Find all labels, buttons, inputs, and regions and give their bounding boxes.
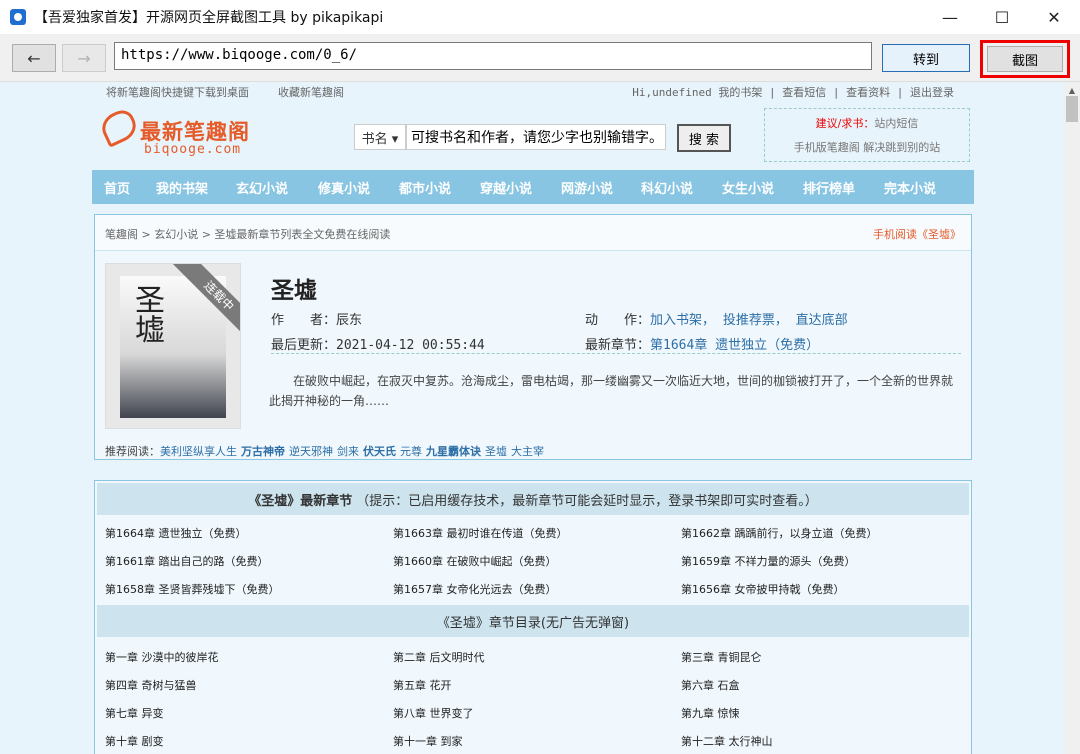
nav-bookshelf[interactable]: 我的书架 bbox=[156, 178, 208, 197]
close-button[interactable]: ✕ bbox=[1028, 0, 1080, 34]
chapter-link[interactable]: 第三章 青铜昆仑 bbox=[681, 649, 762, 665]
action-label: 动 作： bbox=[585, 313, 651, 328]
chapter-link[interactable]: 第十一章 到家 bbox=[393, 733, 463, 749]
desktop-shortcut-link[interactable]: 将新笔趣阁快捷键下载到桌面 bbox=[106, 84, 249, 100]
latest-chapter-link[interactable]: 第1664章 遗世独立（免费） bbox=[650, 338, 819, 353]
recommend-link[interactable]: 元尊 bbox=[400, 445, 422, 458]
scroll-thumb[interactable] bbox=[1066, 96, 1078, 122]
back-button[interactable]: ← bbox=[12, 44, 56, 72]
nav-ranking[interactable]: 排行榜单 bbox=[803, 178, 855, 197]
mobile-read-link[interactable]: 手机阅读《圣墟》 bbox=[873, 226, 961, 242]
recommend-link[interactable]: 剑来 bbox=[337, 445, 359, 458]
recommend-label: 推荐阅读： bbox=[105, 445, 160, 458]
nav-finished[interactable]: 完本小说 bbox=[884, 178, 936, 197]
chapter-link[interactable]: 第五章 花开 bbox=[393, 677, 452, 693]
chapter-link[interactable]: 第1663章 最初时谁在传道（免费） bbox=[393, 525, 568, 541]
recommend-link[interactable]: 美利坚纵享人生 bbox=[160, 445, 237, 458]
web-viewport: 将新笔趣阁快捷键下载到桌面 收藏新笔趣阁 Hi,undefined 我的书架 |… bbox=[0, 82, 1064, 754]
user-links[interactable]: Hi,undefined 我的书架 | 查看短信 | 查看资料 | 退出登录 bbox=[632, 84, 954, 100]
nav-nvsheng[interactable]: 女生小说 bbox=[722, 178, 774, 197]
search-button[interactable]: 搜 索 bbox=[677, 124, 731, 152]
main-nav: 首页 我的书架 玄幻小说 修真小说 都市小说 穿越小说 网游小说 科幻小说 女生… bbox=[92, 170, 974, 204]
logo-domain: biqooge.com bbox=[144, 142, 242, 157]
logo-icon bbox=[97, 106, 141, 148]
message-link[interactable]: 站内短信 bbox=[874, 117, 918, 130]
url-input[interactable]: https://www.biqooge.com/0_6/ bbox=[114, 42, 872, 70]
recommend-link[interactable]: 圣墟 bbox=[485, 445, 507, 458]
chapter-link[interactable]: 第十章 剧变 bbox=[105, 733, 164, 749]
author-label: 作 者： bbox=[271, 313, 337, 328]
suggestion-box: 建议/求书：站内短信 手机版笔趣阁 解决跳到别的站 bbox=[764, 108, 970, 162]
search-input[interactable]: 可搜书名和作者，请您少字也别输错字。 bbox=[406, 124, 666, 150]
chapter-link[interactable]: 第1664章 遗世独立（免费） bbox=[105, 525, 247, 541]
vertical-scrollbar[interactable]: ▲ bbox=[1064, 82, 1080, 754]
site-topbar: 将新笔趣阁快捷键下载到桌面 收藏新笔趣阁 Hi,undefined 我的书架 |… bbox=[0, 82, 1064, 100]
nav-dushi[interactable]: 都市小说 bbox=[399, 178, 451, 197]
window-title: 【吾爱独家首发】开源网页全屏截图工具 by pikapikapi bbox=[34, 10, 384, 26]
go-button[interactable]: 转到 bbox=[882, 44, 970, 72]
recommend-link[interactable]: 逆天邪神 bbox=[289, 445, 333, 458]
author: 辰东 bbox=[336, 313, 363, 328]
chapter-list: 《圣墟》最新章节 （提示：已启用缓存技术，最新章节可能会延时显示，登录书架即可实时… bbox=[94, 480, 972, 754]
divider bbox=[271, 353, 961, 354]
maximize-button[interactable]: ☐ bbox=[976, 0, 1028, 34]
chapter-link[interactable]: 第七章 异变 bbox=[105, 705, 164, 721]
forward-button[interactable]: → bbox=[62, 44, 106, 72]
nav-xuanhuan[interactable]: 玄幻小说 bbox=[236, 178, 288, 197]
book-cover[interactable]: 圣墟 连载中 bbox=[105, 263, 241, 429]
screenshot-highlight: 截图 bbox=[980, 40, 1070, 78]
chapter-link[interactable]: 第四章 奇树与猛兽 bbox=[105, 677, 197, 693]
title-bar: 【吾爱独家首发】开源网页全屏截图工具 by pikapikapi — ☐ ✕ bbox=[0, 0, 1080, 34]
toolbar: ← → https://www.biqooge.com/0_6/ 转到 截图 bbox=[0, 34, 1080, 82]
screenshot-button[interactable]: 截图 bbox=[987, 46, 1063, 72]
recommend-link[interactable]: 九星霸体诀 bbox=[426, 445, 481, 458]
latest-header: 《圣墟》最新章节 （提示：已启用缓存技术，最新章节可能会延时显示，登录书架即可实时… bbox=[97, 483, 969, 515]
nav-kehuan[interactable]: 科幻小说 bbox=[641, 178, 693, 197]
recommend-row: 推荐阅读：美利坚纵享人生 万古神帝 逆天邪神 剑来 伏天氏 元尊 九星霸体诀 圣墟 大主宰 bbox=[105, 443, 548, 459]
chapter-link[interactable]: 第1661章 踏出自己的路（免费） bbox=[105, 553, 269, 569]
chapter-link[interactable]: 第二章 后文明时代 bbox=[393, 649, 485, 665]
cover-title: 圣墟 bbox=[129, 284, 164, 344]
chapter-link[interactable]: 第1656章 女帝披甲持戟（免费） bbox=[681, 581, 845, 597]
book-description: 在破败中崛起，在寂灭中复苏。沧海成尘，雷电枯竭，那一缕幽雾又一次临近大地，世间的… bbox=[269, 374, 954, 408]
recommend-link[interactable]: 大主宰 bbox=[511, 445, 544, 458]
chapter-link[interactable]: 第1659章 不祥力量的源头（免费） bbox=[681, 553, 856, 569]
update-time: 2021-04-12 00:55:44 bbox=[336, 338, 485, 353]
chapter-link[interactable]: 第六章 石盒 bbox=[681, 677, 740, 693]
chapter-link[interactable]: 第八章 世界变了 bbox=[393, 705, 474, 721]
chapter-link[interactable]: 第1658章 圣贤皆葬残墟下（免费） bbox=[105, 581, 280, 597]
latest-title: 《圣墟》最新章节 bbox=[248, 493, 353, 509]
nav-chuanyue[interactable]: 穿越小说 bbox=[480, 178, 532, 197]
chapter-link[interactable]: 第一章 沙漠中的彼岸花 bbox=[105, 649, 219, 665]
chapter-link[interactable]: 第1657章 女帝化光远去（免费） bbox=[393, 581, 557, 597]
book-actions[interactable]: 加入书架， 投推荐票， 直达底部 bbox=[650, 313, 848, 328]
nav-home[interactable]: 首页 bbox=[104, 178, 130, 197]
chapter-link[interactable]: 第九章 惊悚 bbox=[681, 705, 740, 721]
nav-xiuzhen[interactable]: 修真小说 bbox=[318, 178, 370, 197]
chapter-link[interactable]: 第1660章 在破败中崛起（免费） bbox=[393, 553, 557, 569]
book-title: 圣墟 bbox=[271, 278, 317, 304]
mobile-site-link[interactable]: 手机版笔趣阁 解决跳到别的站 bbox=[765, 139, 969, 155]
latest-label: 最新章节： bbox=[585, 338, 651, 353]
latest-note: （提示：已启用缓存技术，最新章节可能会延时显示，登录书架即可实时查看。） bbox=[356, 493, 818, 509]
nav-wangyou[interactable]: 网游小说 bbox=[561, 178, 613, 197]
site-header: 最新笔趣阁 biqooge.com 书名 ▾ 可搜书名和作者，请您少字也别输错字… bbox=[92, 102, 974, 164]
camera-icon bbox=[10, 9, 26, 25]
recommend-link[interactable]: 万古神帝 bbox=[241, 445, 285, 458]
breadcrumb[interactable]: 笔趣阁 > 玄幻小说 > 圣墟最新章节列表全文免费在线阅读 bbox=[95, 215, 971, 251]
book-info: 笔趣阁 > 玄幻小说 > 圣墟最新章节列表全文免费在线阅读 手机阅读《圣墟》 圣… bbox=[94, 214, 972, 460]
catalog-header: 《圣墟》章节目录(无广告无弹窗) bbox=[97, 605, 969, 637]
bookmark-link[interactable]: 收藏新笔趣阁 bbox=[278, 84, 344, 100]
chapter-link[interactable]: 第1662章 踽踽前行，以身立道（免费） bbox=[681, 525, 878, 541]
request-book-label: 建议/求书： bbox=[815, 117, 875, 130]
recommend-link[interactable]: 伏天氏 bbox=[363, 445, 396, 458]
chapter-link[interactable]: 第十二章 太行神山 bbox=[681, 733, 773, 749]
minimize-button[interactable]: — bbox=[924, 0, 976, 34]
update-label: 最后更新： bbox=[271, 338, 337, 353]
search-type-select[interactable]: 书名 ▾ bbox=[354, 124, 406, 150]
